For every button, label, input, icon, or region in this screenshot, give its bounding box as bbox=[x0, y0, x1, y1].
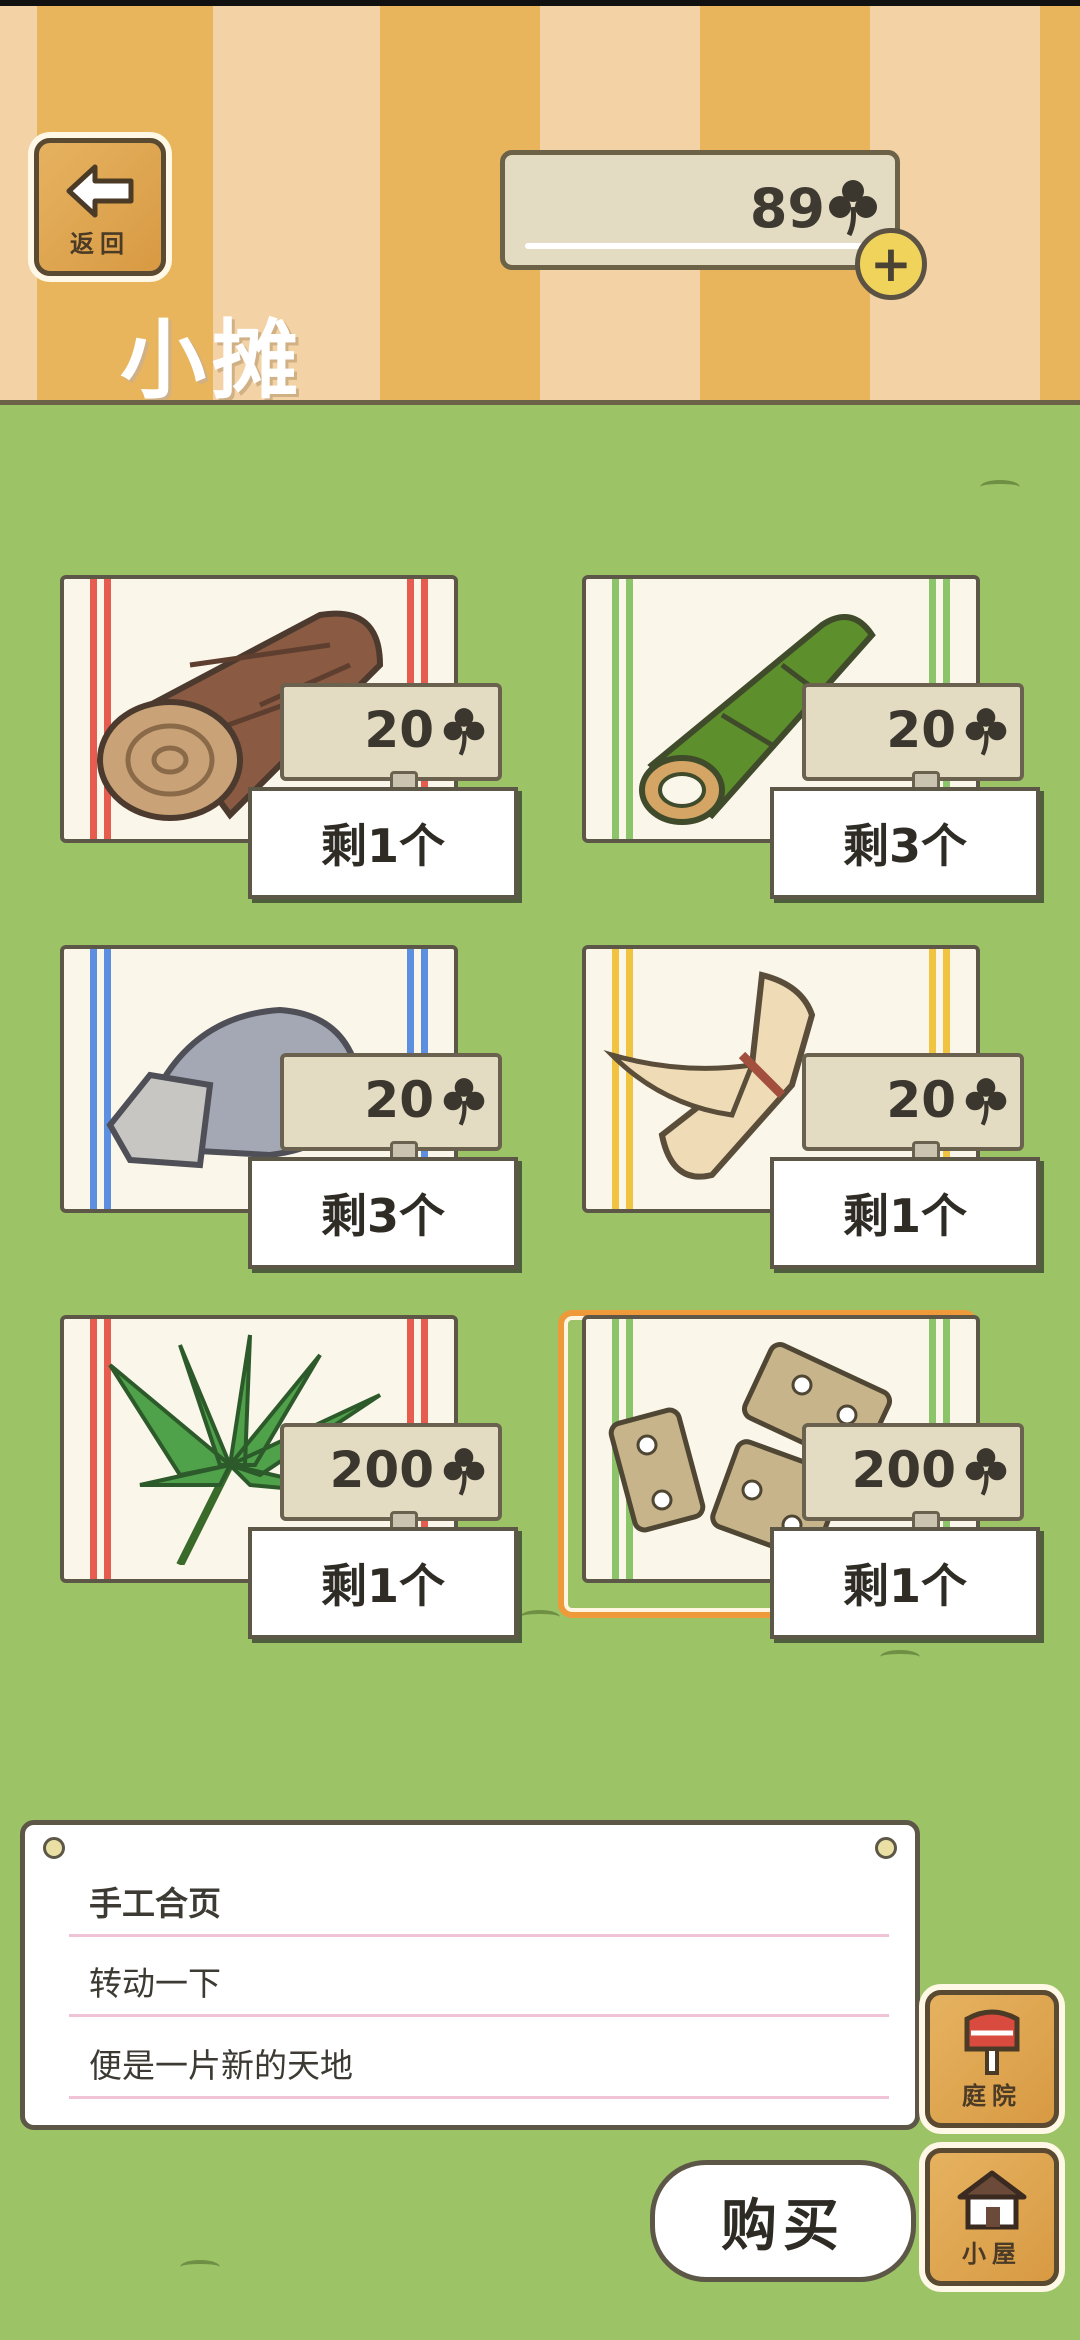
price-tag: 20 bbox=[802, 1053, 1024, 1151]
plus-icon: + bbox=[870, 235, 912, 293]
clover-icon bbox=[443, 1078, 485, 1126]
clover-icon bbox=[965, 1078, 1007, 1126]
description-line: 便是一片新的天地 bbox=[69, 2029, 889, 2099]
grass-tuft bbox=[880, 1650, 920, 1664]
shop-item-palm-leaf[interactable]: 200 剩1个 bbox=[40, 1315, 518, 1639]
add-coins-button[interactable]: + bbox=[855, 228, 927, 300]
house-icon bbox=[957, 2170, 1027, 2230]
mailbox-icon bbox=[964, 2009, 1020, 2075]
clover-icon bbox=[965, 708, 1007, 756]
buy-button[interactable]: 购买 bbox=[650, 2160, 916, 2282]
stock-label: 剩3个 bbox=[248, 1157, 518, 1269]
price-value: 200 bbox=[851, 1441, 956, 1499]
price-value: 200 bbox=[329, 1441, 434, 1499]
grass-tuft bbox=[180, 2260, 220, 2274]
price-tag: 20 bbox=[280, 683, 502, 781]
stock-label: 剩1个 bbox=[248, 787, 518, 899]
stock-label: 剩1个 bbox=[770, 1157, 1040, 1269]
price-value: 20 bbox=[886, 701, 956, 759]
shop-item-log[interactable]: 20 剩1个 bbox=[40, 575, 518, 899]
back-arrow-icon bbox=[66, 164, 134, 218]
price-tag: 200 bbox=[802, 1423, 1024, 1521]
shop-item-hinges[interactable]: 200 剩1个 bbox=[562, 1315, 1040, 1639]
description-line: 转动一下 bbox=[69, 1947, 889, 2017]
price-tag: 20 bbox=[802, 683, 1024, 781]
pin-icon bbox=[875, 1837, 897, 1859]
price-value: 20 bbox=[364, 1071, 434, 1129]
back-button[interactable]: 返回 bbox=[34, 138, 166, 276]
coin-counter: 89 bbox=[500, 150, 900, 270]
shop-item-straw-bundle[interactable]: 20 剩1个 bbox=[562, 945, 1040, 1269]
pin-icon bbox=[43, 1837, 65, 1859]
house-button[interactable]: 小屋 bbox=[925, 2148, 1059, 2286]
grass-tuft bbox=[520, 1610, 560, 1624]
house-label: 小屋 bbox=[962, 2240, 1022, 2268]
stock-label: 剩1个 bbox=[248, 1527, 518, 1639]
item-description-panel: 手工合页 转动一下 便是一片新的天地 bbox=[20, 1820, 920, 2130]
page-title: 小摊 bbox=[120, 311, 304, 405]
coin-count: 89 bbox=[749, 177, 825, 240]
shop-item-bamboo[interactable]: 20 剩3个 bbox=[562, 575, 1040, 899]
price-value: 20 bbox=[364, 701, 434, 759]
clover-icon bbox=[829, 180, 877, 237]
clover-icon bbox=[443, 708, 485, 756]
yard-label: 庭院 bbox=[962, 2082, 1022, 2110]
grass-tuft bbox=[980, 480, 1020, 494]
price-tag: 20 bbox=[280, 1053, 502, 1151]
header-bar: 返回 89 小摊 bbox=[0, 0, 1080, 405]
clover-icon bbox=[965, 1448, 1007, 1496]
stock-label: 剩1个 bbox=[770, 1527, 1040, 1639]
price-tag: 200 bbox=[280, 1423, 502, 1521]
item-name: 手工合页 bbox=[69, 1867, 889, 1937]
price-value: 20 bbox=[886, 1071, 956, 1129]
stock-label: 剩3个 bbox=[770, 787, 1040, 899]
clover-icon bbox=[443, 1448, 485, 1496]
shop-item-stone[interactable]: 20 剩3个 bbox=[40, 945, 518, 1269]
yard-button[interactable]: 庭院 bbox=[925, 1990, 1059, 2128]
coin-counter-highlight bbox=[525, 243, 875, 249]
back-label: 返回 bbox=[70, 230, 130, 258]
